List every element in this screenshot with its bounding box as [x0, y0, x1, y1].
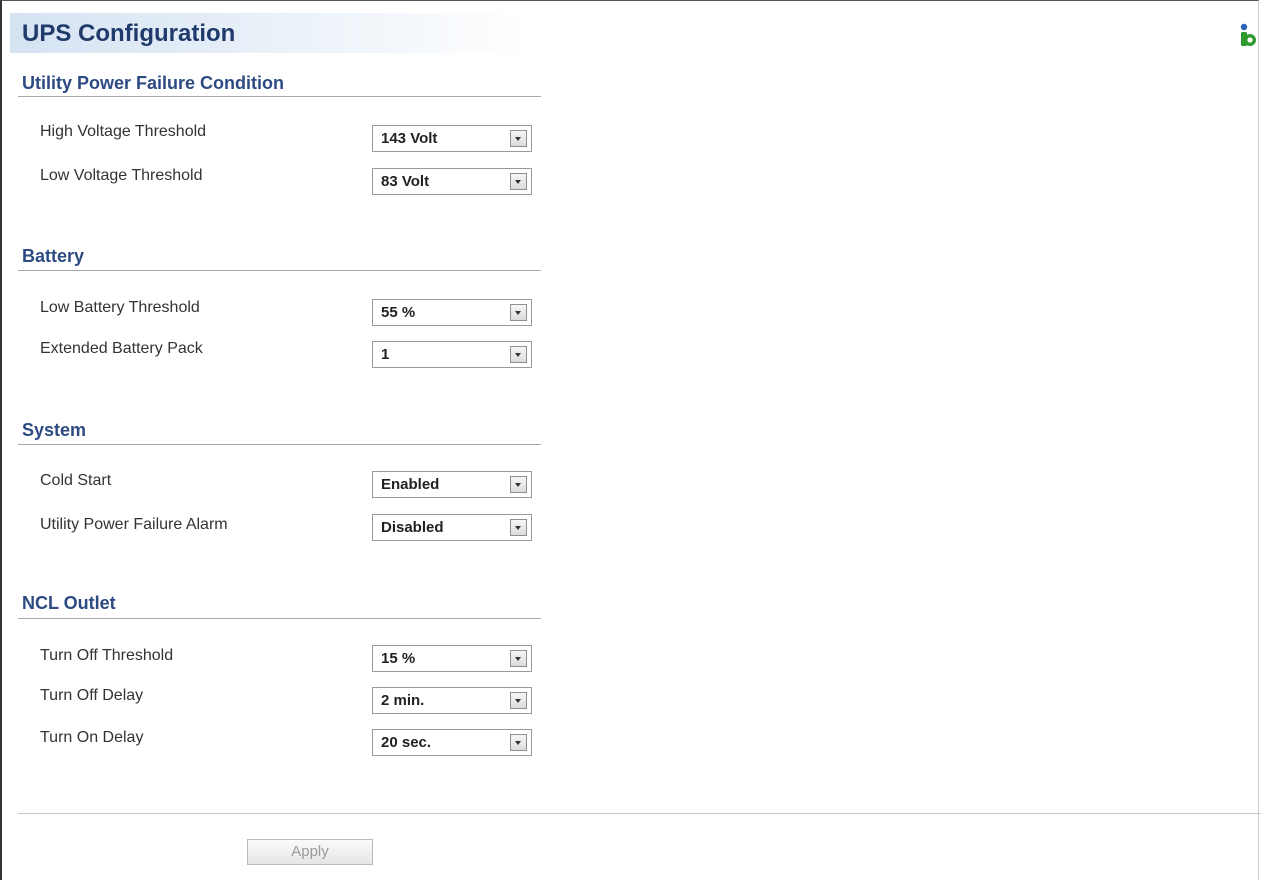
turn-on-delay-label: Turn On Delay: [40, 729, 144, 746]
chevron-down-icon[interactable]: [510, 304, 527, 321]
section-divider: [18, 270, 541, 271]
apply-button[interactable]: Apply: [247, 839, 373, 865]
low-battery-threshold-select[interactable]: 55 %: [372, 299, 532, 326]
page-frame: UPS Configuration Utility Power Failure …: [0, 0, 1261, 880]
high-voltage-threshold-label: High Voltage Threshold: [40, 123, 207, 140]
turn-off-threshold-label: Turn Off Threshold: [40, 647, 174, 664]
section-heading-ncl-outlet: NCL Outlet: [22, 593, 116, 613]
low-voltage-threshold-label: Low Voltage Threshold: [40, 167, 203, 184]
low-voltage-threshold-value: 83 Volt: [381, 173, 430, 190]
chevron-down-icon[interactable]: [510, 173, 527, 190]
low-battery-threshold-value: 55 %: [381, 304, 416, 321]
info-icon[interactable]: [1236, 23, 1258, 49]
turn-off-delay-value: 2 min.: [381, 692, 425, 709]
chevron-down-icon[interactable]: [510, 519, 527, 536]
chevron-down-icon[interactable]: [510, 734, 527, 751]
low-battery-threshold-label: Low Battery Threshold: [40, 299, 200, 316]
section-divider: [18, 618, 541, 619]
chevron-down-icon[interactable]: [510, 346, 527, 363]
chevron-down-icon[interactable]: [510, 476, 527, 493]
chevron-down-icon[interactable]: [510, 130, 527, 147]
utility-power-failure-alarm-select[interactable]: Disabled: [372, 514, 532, 541]
cold-start-value: Enabled: [381, 476, 440, 493]
turn-off-threshold-value: 15 %: [381, 650, 416, 667]
extended-battery-pack-value: 1: [381, 346, 390, 363]
utility-power-failure-alarm-value: Disabled: [381, 519, 444, 536]
low-voltage-threshold-select[interactable]: 83 Volt: [372, 168, 532, 195]
footer-divider: [18, 813, 1261, 814]
high-voltage-threshold-value: 143 Volt: [381, 130, 438, 147]
section-heading-system: System: [22, 420, 87, 440]
turn-off-threshold-select[interactable]: 15 %: [372, 645, 532, 672]
chevron-down-icon[interactable]: [510, 650, 527, 667]
cold-start-label: Cold Start: [40, 472, 112, 489]
turn-off-delay-select[interactable]: 2 min.: [372, 687, 532, 714]
extended-battery-pack-label: Extended Battery Pack: [40, 340, 203, 357]
section-heading-battery: Battery: [22, 246, 85, 266]
title-bar: UPS Configuration: [10, 13, 530, 53]
section-heading-utility-power-failure: Utility Power Failure Condition: [22, 73, 285, 93]
turn-on-delay-value: 20 sec.: [381, 734, 432, 751]
chevron-down-icon[interactable]: [510, 692, 527, 709]
section-divider: [18, 96, 541, 97]
page-title: UPS Configuration: [22, 20, 236, 47]
utility-power-failure-alarm-label: Utility Power Failure Alarm: [40, 516, 228, 533]
section-divider: [18, 444, 541, 445]
cold-start-select[interactable]: Enabled: [372, 471, 532, 498]
turn-on-delay-select[interactable]: 20 sec.: [372, 729, 532, 756]
high-voltage-threshold-select[interactable]: 143 Volt: [372, 125, 532, 152]
turn-off-delay-label: Turn Off Delay: [40, 687, 144, 704]
extended-battery-pack-select[interactable]: 1: [372, 341, 532, 368]
